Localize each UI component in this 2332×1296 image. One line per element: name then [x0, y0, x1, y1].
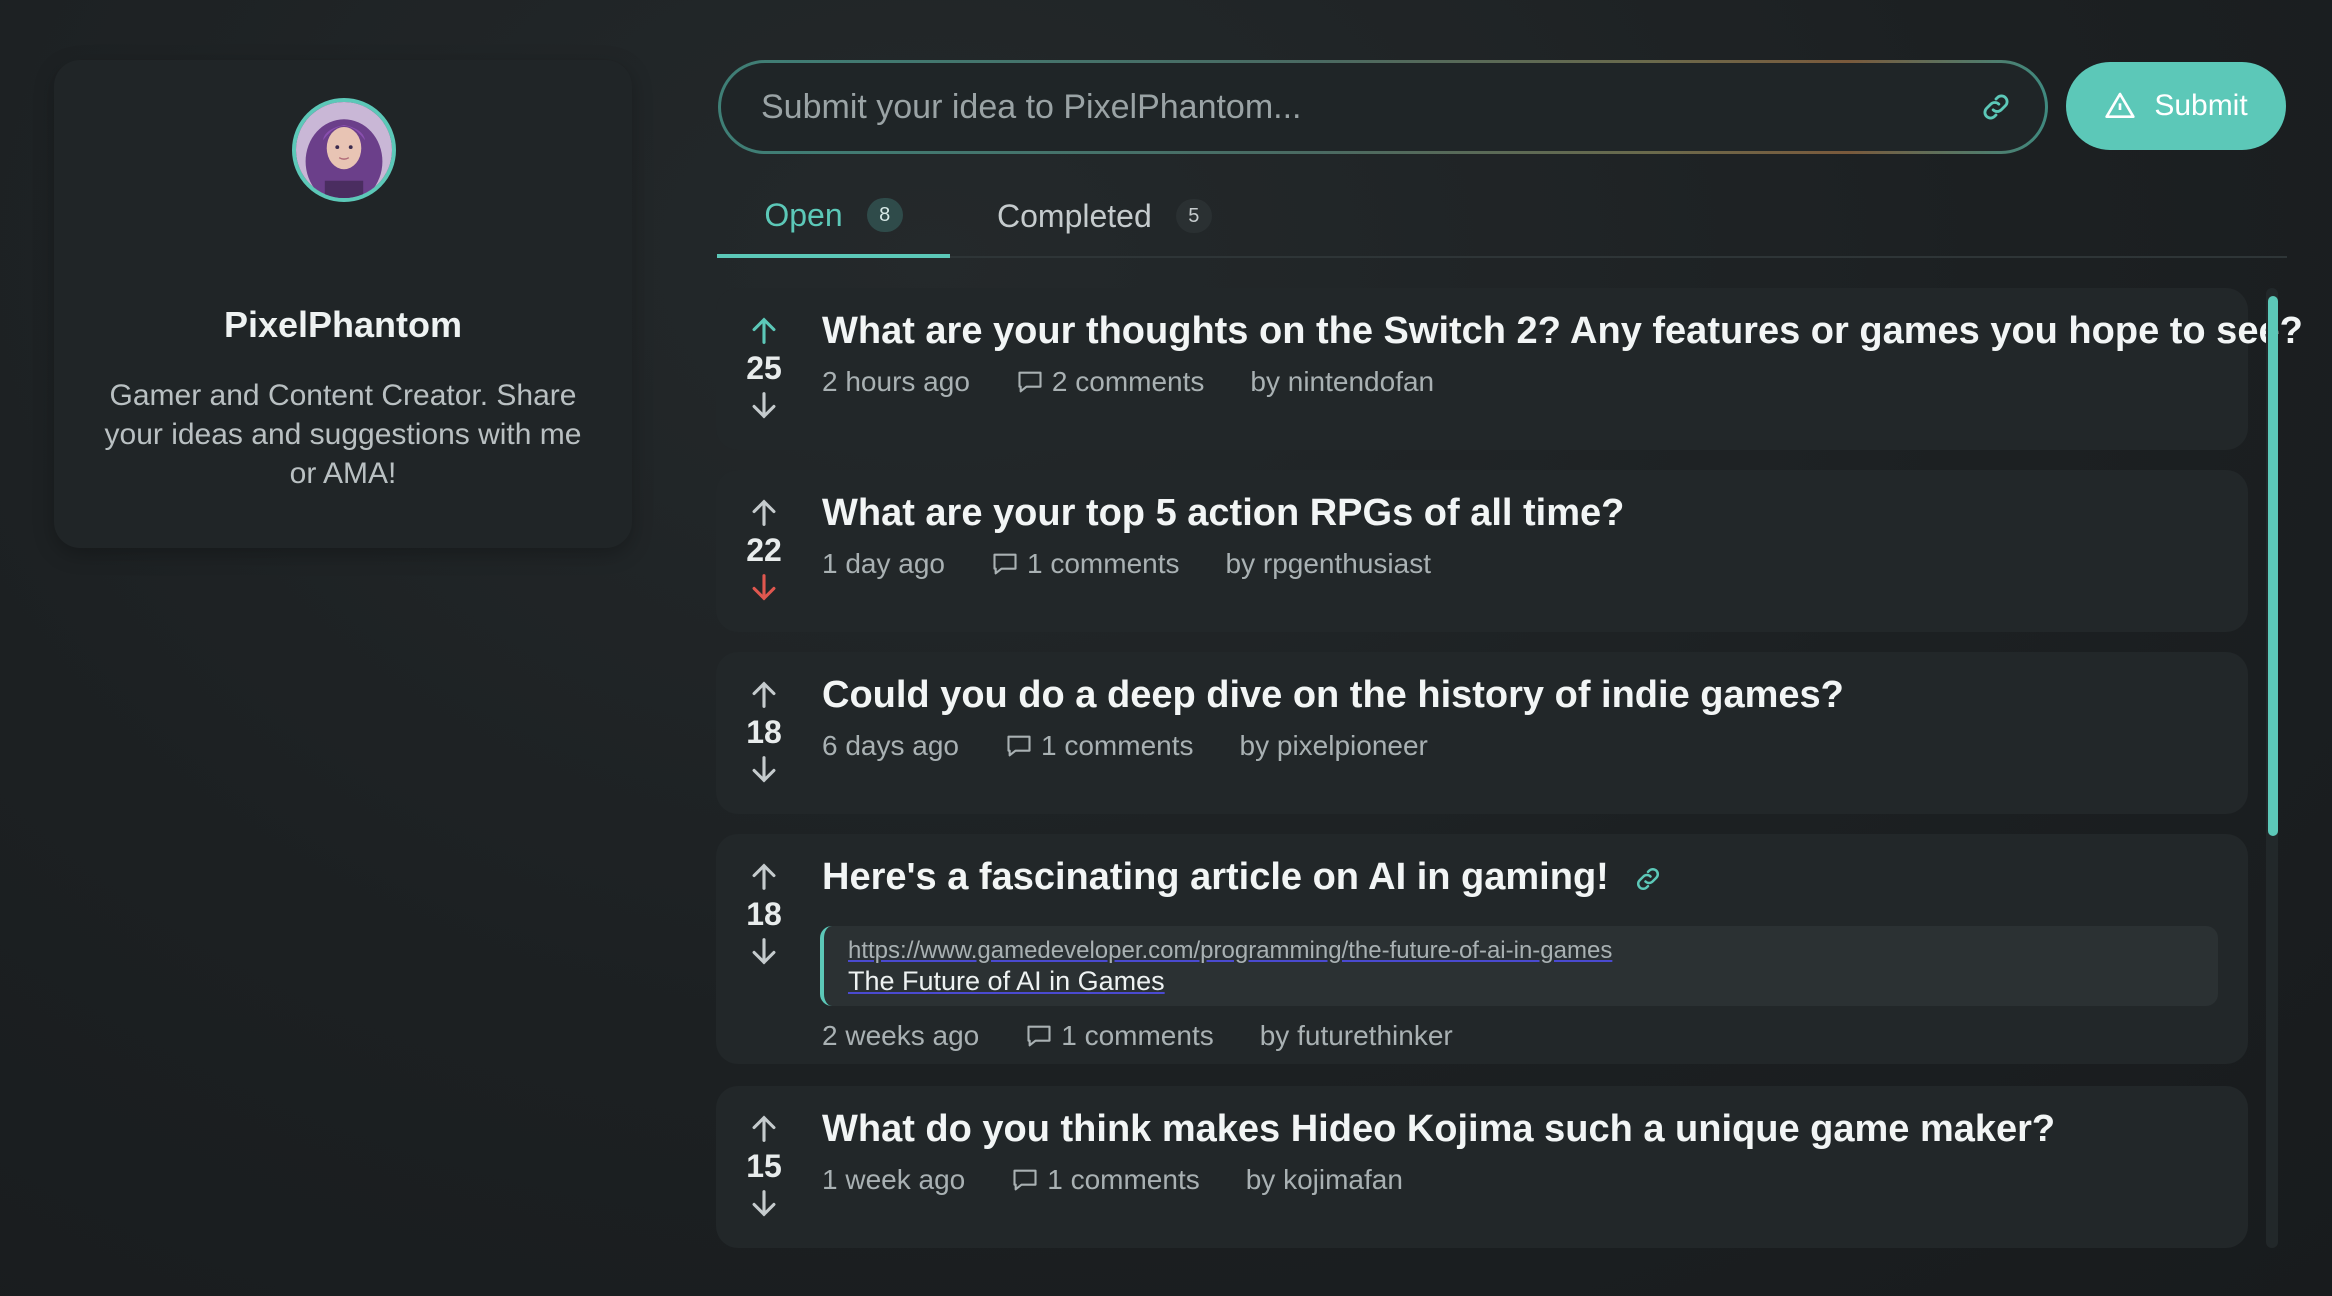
- idea-title[interactable]: Could you do a deep dive on the history …: [822, 674, 1844, 717]
- idea-card[interactable]: 25 What are your thoughts on the Switch …: [716, 288, 2303, 450]
- idea-time: 2 hours ago: [822, 366, 970, 397]
- avatar[interactable]: [292, 98, 396, 202]
- link-preview[interactable]: https://www.gamedeveloper.com/programmin…: [820, 926, 2218, 1006]
- comments-link[interactable]: 1 comments: [991, 548, 1180, 580]
- idea-input[interactable]: [759, 86, 1979, 128]
- profile-card: PixelPhantom Gamer and Content Creator. …: [54, 60, 632, 548]
- comments-label: comments: [1084, 1020, 1214, 1051]
- upvote-icon[interactable]: [747, 314, 781, 348]
- idea-author: by nintendofan: [1250, 366, 1435, 397]
- idea-time: 2 weeks ago: [822, 1020, 980, 1051]
- upvote-icon[interactable]: [747, 1112, 781, 1146]
- comments-link[interactable]: 2 comments: [1016, 366, 1205, 398]
- scrollbar-thumb[interactable]: [2268, 296, 2278, 836]
- idea-title[interactable]: What are your top 5 action RPGs of all t…: [822, 492, 1624, 535]
- idea-author: by rpgenthusiast: [1225, 548, 1431, 579]
- comment-icon: [1013, 1169, 1037, 1191]
- comments-label: comments: [1064, 730, 1194, 761]
- downvote-icon[interactable]: [747, 934, 781, 968]
- comments-link[interactable]: 1 comments: [1005, 730, 1194, 762]
- comment-icon: [1007, 735, 1031, 757]
- idea-meta: 6 days ago 1 comments by pixelpioneer: [822, 730, 1428, 762]
- idea-title[interactable]: What do you think makes Hideo Kojima suc…: [822, 1108, 2055, 1151]
- vote-count: 18: [746, 714, 782, 750]
- idea-meta: 2 weeks ago 1 comments by futurethinker: [822, 1020, 1453, 1052]
- link-preview-url: https://www.gamedeveloper.com/programmin…: [848, 937, 1613, 964]
- comments-link[interactable]: 1 comments: [1025, 1020, 1214, 1052]
- vote-count: 15: [746, 1148, 782, 1184]
- upvote-icon[interactable]: [747, 860, 781, 894]
- downvote-icon[interactable]: [747, 388, 781, 422]
- tab-completed[interactable]: Completed 5: [997, 176, 1212, 256]
- downvote-icon[interactable]: [747, 570, 781, 604]
- idea-meta: 1 day ago 1 comments by rpgenthusiast: [822, 548, 1431, 580]
- idea-time: 6 days ago: [822, 730, 959, 761]
- idea-card[interactable]: 18 Could you do a deep dive on the histo…: [716, 652, 2248, 814]
- comments-count: 1: [1061, 1020, 1077, 1051]
- comment-icon: [1018, 371, 1042, 393]
- tab-open-label: Open: [764, 196, 843, 233]
- idea-card[interactable]: 22 What are your top 5 action RPGs of al…: [716, 470, 2248, 632]
- idea-card[interactable]: 15 What do you think makes Hideo Kojima …: [716, 1086, 2248, 1248]
- tab-completed-count: 5: [1175, 199, 1212, 233]
- comments-link[interactable]: 1 comments: [1011, 1164, 1200, 1196]
- vote-control: 25: [734, 314, 794, 422]
- tab-bar: Open 8 Completed 5: [717, 176, 2287, 258]
- idea-meta: 2 hours ago 2 comments by nintendofan: [822, 366, 1434, 398]
- comments-count: 1: [1027, 548, 1043, 579]
- idea-title[interactable]: What are your thoughts on the Switch 2? …: [822, 310, 2303, 353]
- submit-button[interactable]: Submit: [2066, 62, 2286, 150]
- vote-control: 15: [734, 1112, 794, 1220]
- attach-link-icon[interactable]: [1979, 90, 2013, 124]
- social-links: [54, 478, 632, 513]
- vote-control: 18: [734, 678, 794, 786]
- tab-open[interactable]: Open 8: [717, 176, 950, 258]
- comments-count: 2: [1051, 366, 1068, 397]
- profile-bio: Gamer and Content Creator. Share your id…: [104, 379, 582, 490]
- idea-input-container: [721, 63, 2045, 151]
- idea-input-border: [718, 60, 2048, 154]
- upvote-icon[interactable]: [747, 678, 781, 712]
- idea-time: 1 day ago: [822, 548, 945, 579]
- idea-time: 1 week ago: [822, 1164, 966, 1195]
- link-preview-title: The Future of AI in Games: [848, 966, 1165, 996]
- comments-label: comments: [1075, 366, 1205, 397]
- idea-author: by kojimafan: [1245, 1164, 1403, 1195]
- downvote-icon[interactable]: [747, 752, 781, 786]
- tab-completed-label: Completed: [997, 197, 1152, 234]
- comments-label: comments: [1050, 548, 1180, 579]
- comments-count: 1: [1041, 730, 1057, 761]
- link-icon[interactable]: [1633, 864, 1663, 894]
- vote-control: 22: [734, 496, 794, 604]
- idea-meta: 1 week ago 1 comments by kojimafan: [822, 1164, 1403, 1196]
- tab-open-count: 8: [866, 198, 903, 232]
- warning-triangle-icon: [2105, 92, 2135, 118]
- vote-control: 18: [734, 860, 794, 968]
- submit-button-label: Submit: [2154, 89, 2248, 122]
- comments-label: comments: [1070, 1164, 1200, 1195]
- profile-name: PixelPhantom: [223, 304, 463, 345]
- vote-count: 22: [746, 532, 782, 568]
- idea-title-row[interactable]: Here's a fascinating article on AI in ga…: [822, 856, 1663, 899]
- vote-count: 18: [746, 896, 782, 932]
- avatar-image: [296, 102, 392, 198]
- comment-icon: [993, 553, 1017, 575]
- idea-author: by pixelpioneer: [1239, 730, 1428, 761]
- comment-icon: [1027, 1025, 1051, 1047]
- idea-card[interactable]: 18 Here's a fascinating article on AI in…: [716, 834, 2248, 1064]
- downvote-icon[interactable]: [747, 1186, 781, 1220]
- upvote-icon[interactable]: [747, 496, 781, 530]
- idea-title: Here's a fascinating article on AI in ga…: [822, 856, 1609, 898]
- idea-author: by futurethinker: [1259, 1020, 1453, 1051]
- vote-count: 25: [746, 350, 782, 386]
- comments-count: 1: [1047, 1164, 1063, 1195]
